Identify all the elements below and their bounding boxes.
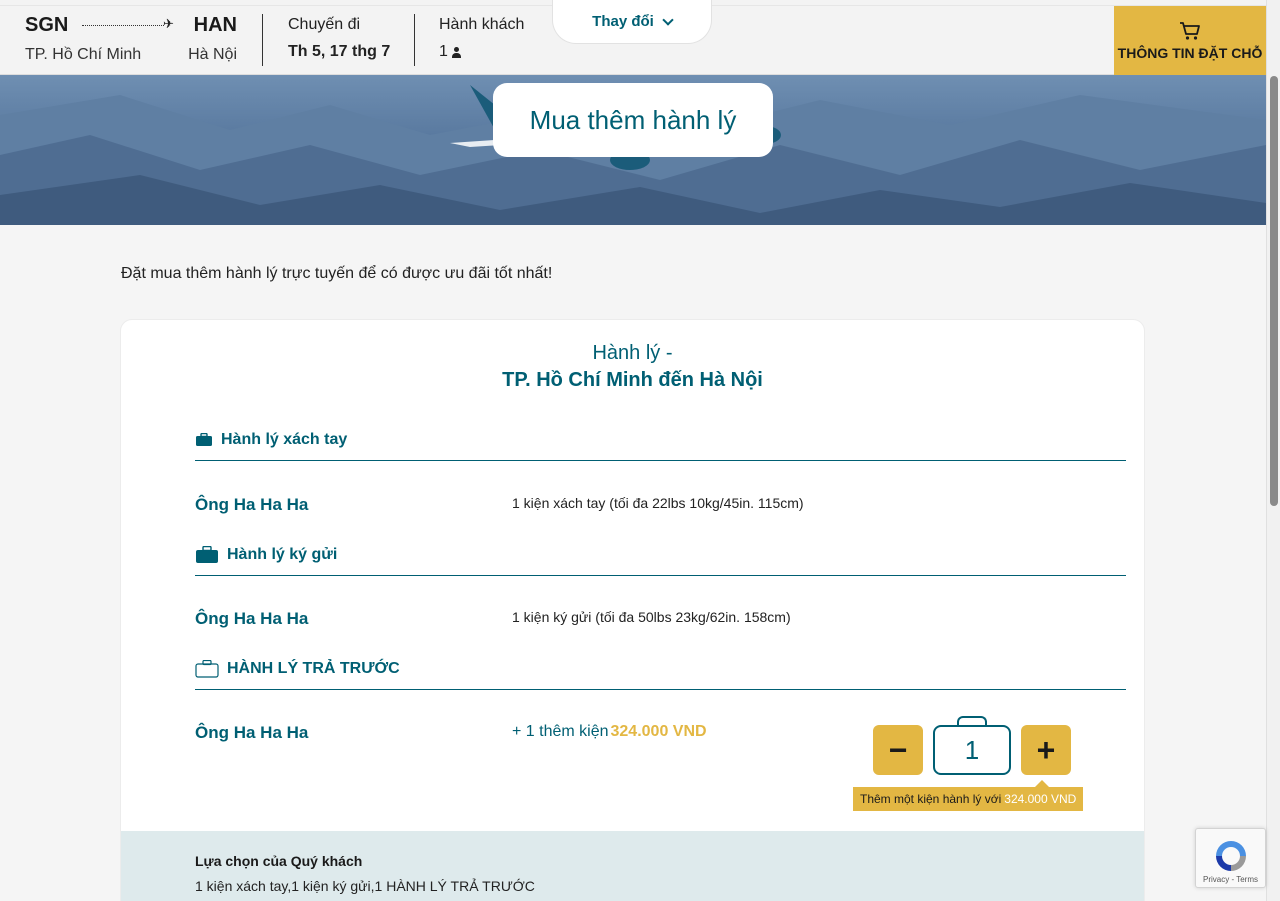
- checked-section-header: Hành lý ký gửi: [195, 546, 1126, 576]
- checked-section-title: Hành lý ký gửi: [227, 546, 338, 563]
- prepaid-bag-icon: [195, 660, 219, 678]
- prepaid-passenger-name: Ông Ha Ha Ha: [195, 723, 309, 742]
- tooltip-text: Thêm một kiện hành lý với: [860, 792, 1002, 806]
- route-summary: SGN ✈ HAN TP. Hồ Chí Minh Hà Nội: [25, 12, 240, 68]
- scrollbar-thumb[interactable]: [1270, 76, 1278, 506]
- route-dotted-line: [82, 25, 164, 26]
- passenger-count-row: 1: [439, 43, 524, 61]
- baggage-card: Hành lý - TP. Hồ Chí Minh đến Hà Nội Hàn…: [120, 319, 1145, 901]
- carry-on-passenger-name: Ông Ha Ha Ha: [195, 495, 309, 514]
- prepaid-extra-label: + 1 thêm kiện: [512, 723, 609, 740]
- selection-summary-value: 1 kiện xách tay,1 kiện ký gửi,1 HÀNH LÝ …: [195, 878, 535, 894]
- carry-on-bag-icon: [196, 433, 212, 446]
- plane-icon: ✈: [163, 16, 174, 31]
- prepaid-section-header: HÀNH LÝ TRẢ TRƯỚC: [195, 660, 1126, 690]
- change-search-button[interactable]: Thay đổi: [552, 0, 712, 44]
- origin-code: SGN: [25, 14, 69, 36]
- recaptcha-badge[interactable]: Privacy - Terms: [1195, 828, 1266, 888]
- checked-passenger-name: Ông Ha Ha Ha: [195, 609, 309, 628]
- person-icon: [451, 46, 461, 58]
- tooltip-price: 324.000 VND: [1004, 792, 1077, 806]
- passenger-info: Hành khách 1: [439, 16, 524, 61]
- chevron-down-icon: [662, 14, 674, 26]
- cart-icon: [1180, 21, 1200, 40]
- hero-banner: Mua thêm hành lý: [0, 75, 1266, 225]
- booking-info-label: THÔNG TIN ĐẶT CHỖ: [1117, 44, 1263, 61]
- origin-city: TP. Hồ Chí Minh: [25, 46, 142, 63]
- hero-title-box: Mua thêm hành lý: [493, 83, 773, 157]
- bag-quantity-field[interactable]: 1: [933, 725, 1011, 775]
- trip-info: Chuyến đi Th 5, 17 thg 7: [288, 16, 390, 61]
- prepaid-extra-offer: + 1 thêm kiện 324.000 VND: [512, 723, 707, 741]
- passenger-count: 1: [439, 43, 448, 60]
- selection-summary: Lựa chọn của Quý khách 1 kiện xách tay,1…: [121, 831, 1144, 901]
- carry-on-section-header: Hành lý xách tay: [195, 431, 1126, 461]
- carry-on-description: 1 kiện xách tay (tối đa 22lbs 10kg/45in.…: [512, 495, 804, 511]
- trip-label: Chuyến đi: [288, 16, 361, 33]
- page-scrollbar[interactable]: [1266, 0, 1280, 901]
- add-bag-tooltip: Thêm một kiện hành lý với 324.000 VND: [853, 780, 1084, 811]
- decrease-bag-button[interactable]: −: [873, 725, 923, 775]
- prepaid-section-title: HÀNH LÝ TRẢ TRƯỚC: [227, 660, 400, 677]
- header-divider: [414, 14, 415, 66]
- recaptcha-terms[interactable]: Privacy - Terms: [1196, 875, 1265, 884]
- passenger-label: Hành khách: [439, 16, 525, 33]
- header-divider: [262, 14, 263, 66]
- booking-info-button[interactable]: THÔNG TIN ĐẶT CHỖ: [1114, 6, 1266, 75]
- destination-code: HAN: [193, 14, 237, 36]
- increase-bag-button[interactable]: +: [1021, 725, 1071, 775]
- trip-date: Th 5, 17 thg 7: [288, 43, 391, 60]
- carry-on-section-title: Hành lý xách tay: [221, 431, 348, 448]
- card-title: TP. Hồ Chí Minh đến Hà Nội: [502, 369, 763, 391]
- checked-description: 1 kiện ký gửi (tối đa 50lbs 23kg/62in. 1…: [512, 609, 791, 625]
- intro-text: Đặt mua thêm hành lý trực tuyến để có đư…: [121, 265, 553, 282]
- booking-header: SGN ✈ HAN TP. Hồ Chí Minh Hà Nội Chuyến …: [0, 0, 1266, 75]
- change-search-label: Thay đổi: [592, 13, 654, 30]
- checked-bag-icon: [196, 546, 218, 563]
- destination-city: Hà Nội: [188, 46, 237, 63]
- prepaid-extra-price: 324.000 VND: [610, 723, 707, 740]
- selection-summary-title: Lựa chọn của Quý khách: [195, 853, 363, 869]
- page-title: Mua thêm hành lý: [529, 104, 737, 135]
- card-subtitle: Hành lý -: [592, 342, 673, 364]
- recaptcha-icon: [1216, 841, 1246, 871]
